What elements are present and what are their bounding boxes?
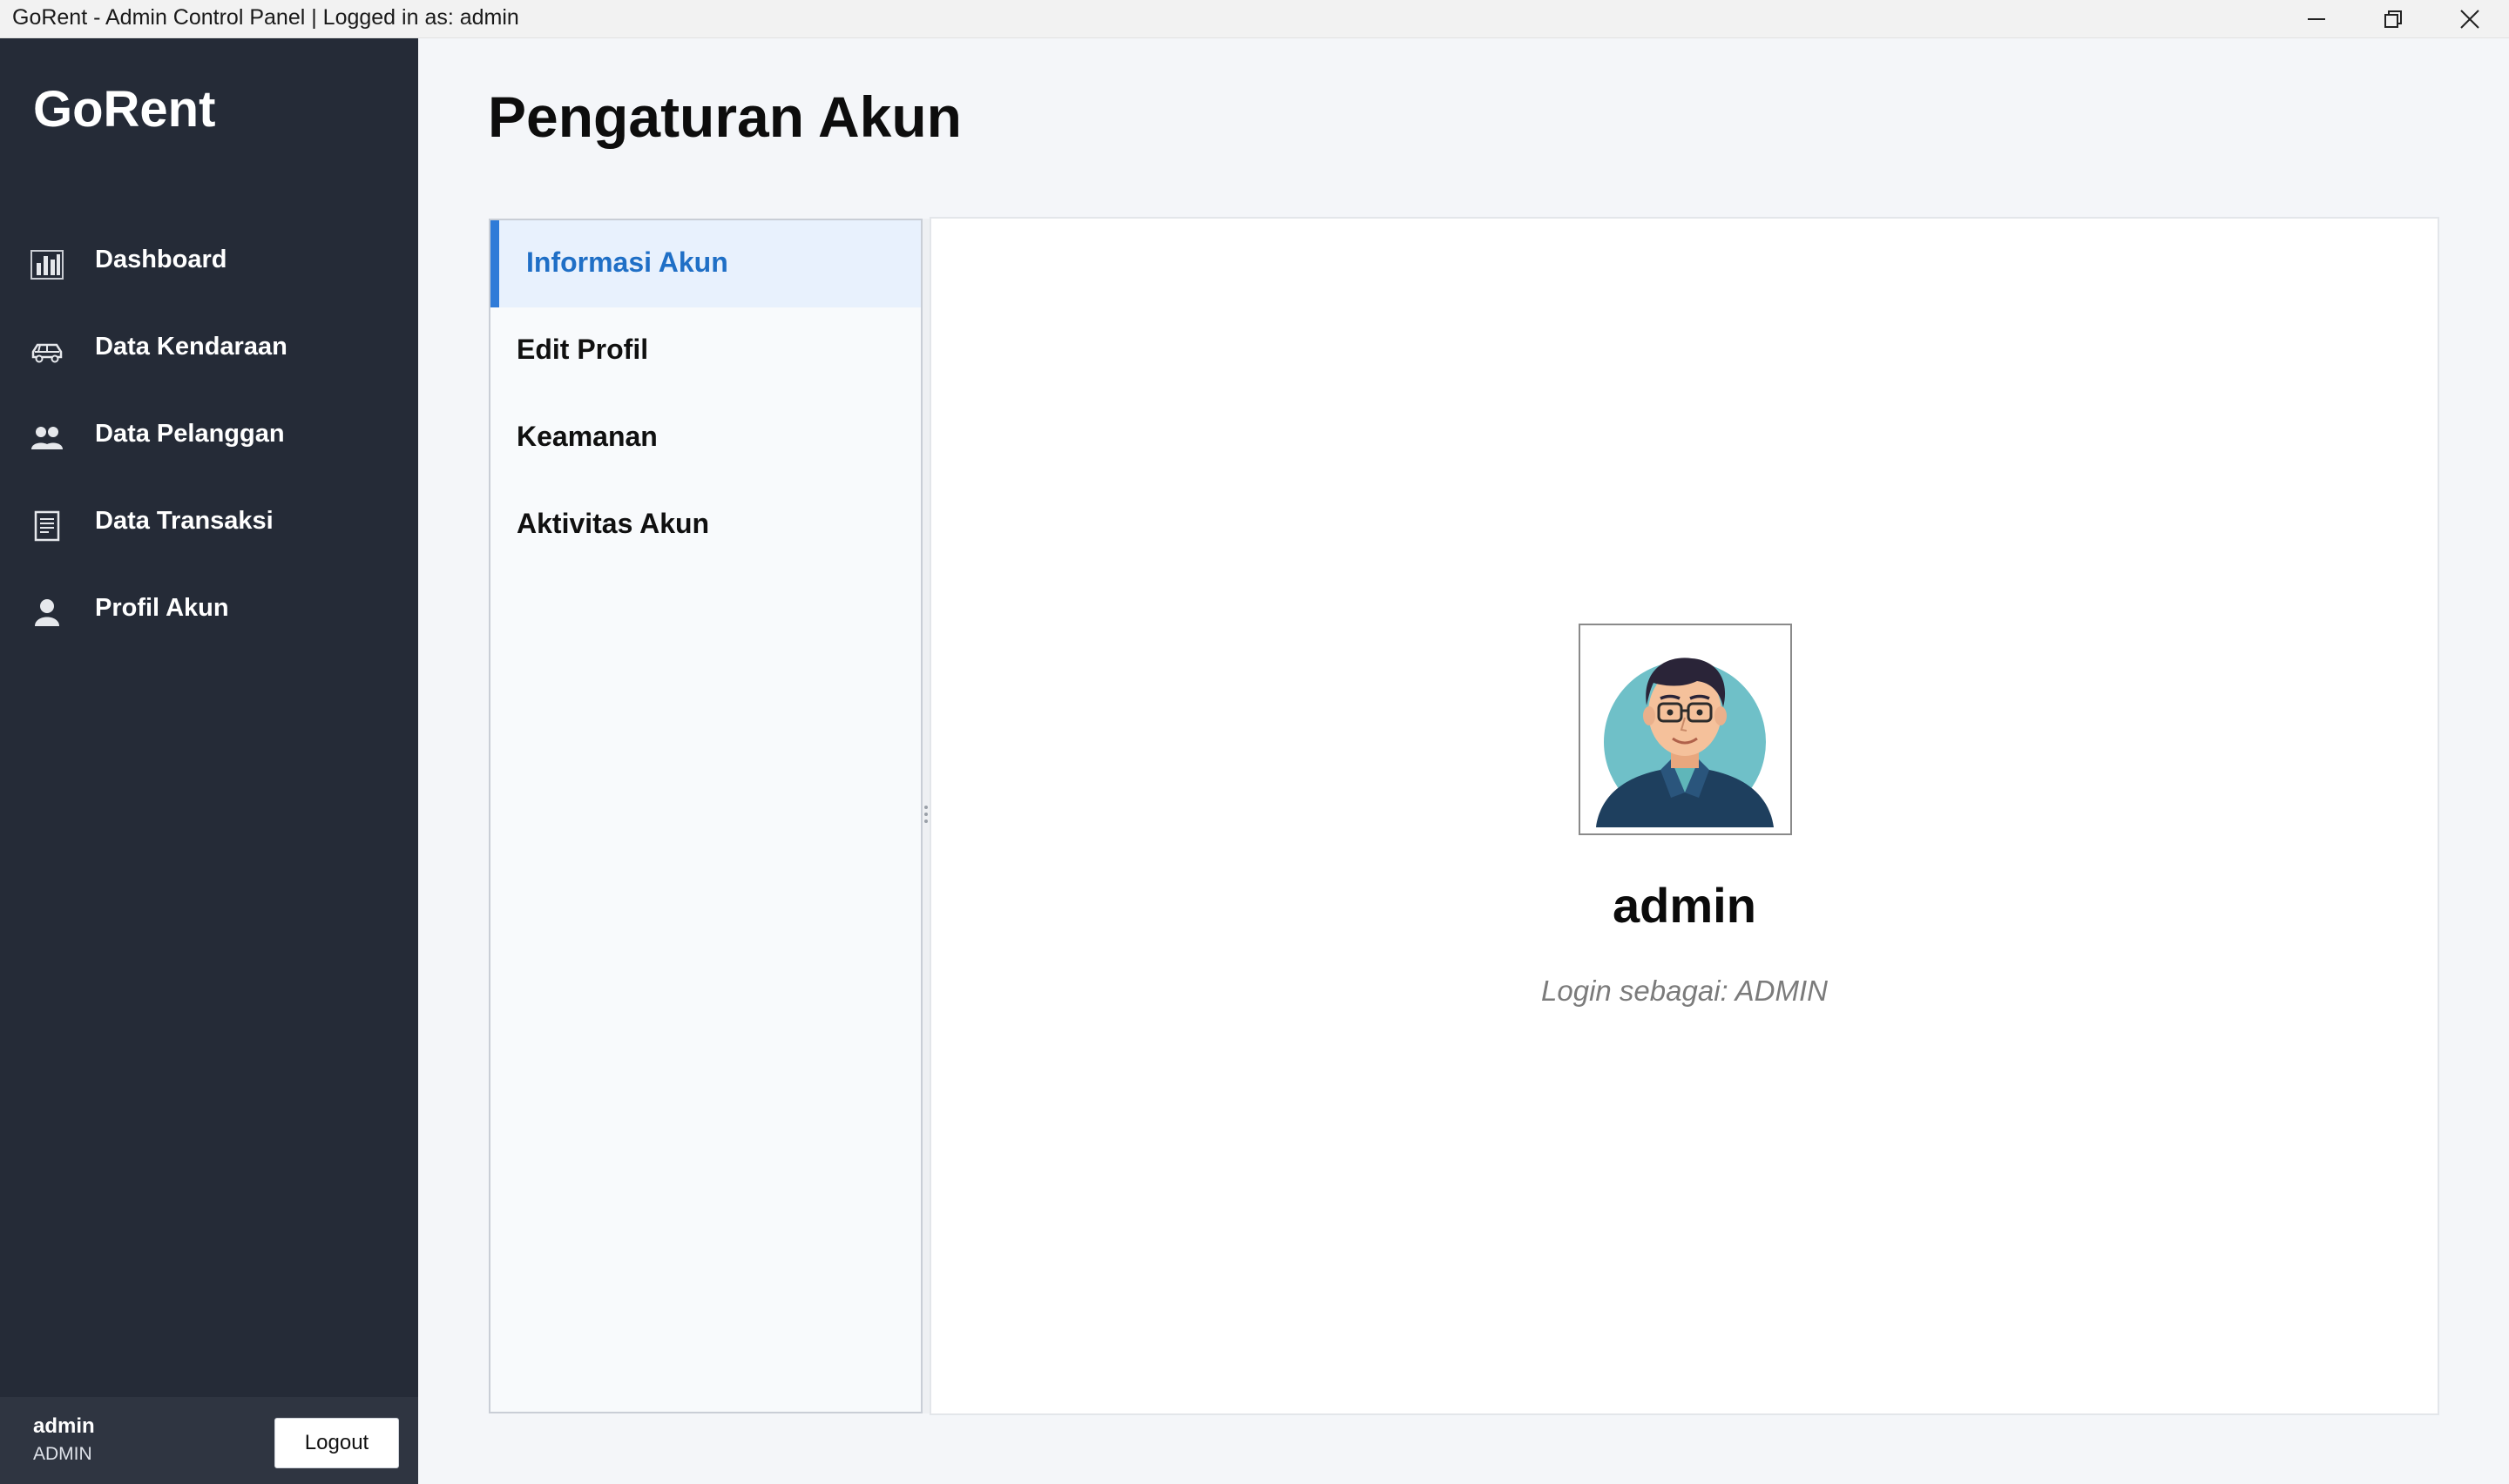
sidebar-item-data-kendaraan[interactable]: Data Kendaraan bbox=[0, 308, 418, 395]
tab-label: Edit Profil bbox=[517, 334, 649, 365]
splitter-grip-dot bbox=[924, 813, 928, 816]
restore-button[interactable] bbox=[2355, 0, 2431, 38]
window-titlebar: GoRent - Admin Control Panel | Logged in… bbox=[0, 0, 2509, 38]
avatar-illustration bbox=[1580, 625, 1790, 833]
profile-role-text: Login sebagai: ADMIN bbox=[1541, 975, 1828, 1007]
footer-role: ADMIN bbox=[33, 1444, 92, 1464]
avatar bbox=[1579, 624, 1792, 835]
window-title: GoRent - Admin Control Panel | Logged in… bbox=[12, 5, 519, 30]
bar-chart-icon bbox=[30, 250, 64, 280]
sidebar-item-label: Data Pelanggan bbox=[95, 420, 285, 448]
tab-edit-profil[interactable]: Edit Profil bbox=[490, 307, 921, 395]
sidebar-item-dashboard[interactable]: Dashboard bbox=[0, 221, 418, 308]
tab-label: Keamanan bbox=[517, 421, 658, 452]
sidebar-item-label: Data Transaksi bbox=[95, 507, 274, 535]
restore-icon bbox=[2384, 10, 2402, 28]
settings-tab-list: Informasi Akun Edit Profil Keamanan Akti… bbox=[489, 219, 923, 1413]
minimize-icon bbox=[2308, 18, 2325, 20]
splitter-grip-dot bbox=[924, 806, 928, 809]
splitter-grip-dot bbox=[924, 820, 928, 823]
car-icon bbox=[31, 343, 63, 363]
users-icon bbox=[31, 427, 63, 449]
tab-aktivitas-akun[interactable]: Aktivitas Akun bbox=[490, 482, 921, 569]
user-icon bbox=[35, 599, 59, 626]
tab-label: Informasi Akun bbox=[526, 246, 728, 278]
receipt-icon bbox=[34, 510, 60, 542]
sidebar-item-label: Profil Akun bbox=[95, 594, 229, 622]
sidebar-item-data-transaksi[interactable]: Data Transaksi bbox=[0, 482, 418, 570]
profile-username: admin bbox=[1613, 878, 1756, 933]
sidebar-nav: Dashboard Data Kendaraan Data Pelanggan bbox=[0, 221, 418, 657]
sidebar-item-data-pelanggan[interactable]: Data Pelanggan bbox=[0, 395, 418, 482]
sidebar-item-profil-akun[interactable]: Profil Akun bbox=[0, 570, 418, 657]
sidebar-item-label: Data Kendaraan bbox=[95, 333, 287, 361]
brand-logo: GoRent bbox=[33, 81, 216, 138]
sidebar-item-label: Dashboard bbox=[95, 246, 227, 273]
logout-button[interactable]: Logout bbox=[274, 1418, 399, 1468]
tab-keamanan[interactable]: Keamanan bbox=[490, 395, 921, 482]
sidebar-footer: admin ADMIN Logout bbox=[0, 1397, 418, 1484]
footer-username: admin bbox=[33, 1414, 95, 1438]
sidebar: GoRent Dashboard Data Kendaraan Data Pel… bbox=[0, 38, 418, 1484]
close-icon bbox=[2460, 10, 2479, 29]
panel-splitter[interactable] bbox=[923, 219, 930, 1413]
account-info-panel: admin Login sebagai: ADMIN bbox=[930, 217, 2439, 1415]
tab-label: Aktivitas Akun bbox=[517, 508, 710, 539]
close-button[interactable] bbox=[2431, 0, 2508, 38]
minimize-button[interactable] bbox=[2278, 0, 2355, 38]
page-title: Pengaturan Akun bbox=[488, 84, 962, 149]
tab-informasi-akun[interactable]: Informasi Akun bbox=[490, 220, 921, 307]
